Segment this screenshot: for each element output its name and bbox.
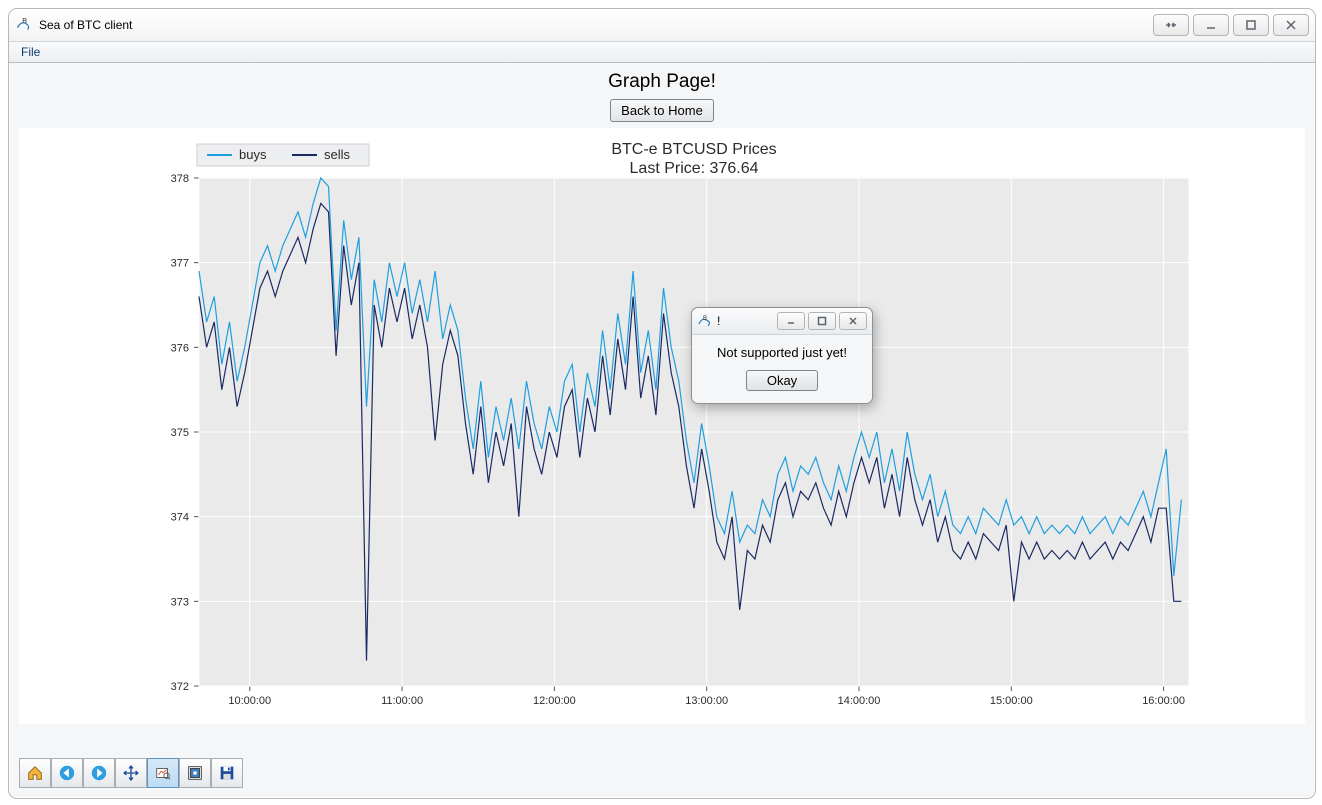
popup-message: Not supported just yet! [702, 345, 862, 360]
svg-text:376: 376 [171, 342, 189, 354]
svg-text:377: 377 [171, 258, 189, 270]
svg-text:buys: buys [239, 147, 267, 162]
toolbar-save-icon[interactable] [211, 758, 243, 788]
toolbar-forward-icon[interactable] [83, 758, 115, 788]
popup-body: Not supported just yet! Okay [692, 335, 872, 403]
toolbar-configure-icon[interactable] [179, 758, 211, 788]
svg-text:12:00:00: 12:00:00 [533, 695, 576, 707]
svg-text:10:00:00: 10:00:00 [228, 695, 271, 707]
svg-text:14:00:00: 14:00:00 [838, 695, 881, 707]
svg-text:B: B [703, 316, 707, 322]
popup-minimize-icon[interactable] [777, 312, 805, 330]
svg-text:11:00:00: 11:00:00 [381, 695, 423, 707]
page-header: Graph Page! Back to Home [9, 63, 1315, 128]
page-title: Graph Page! [9, 71, 1315, 93]
svg-text:375: 375 [171, 427, 189, 439]
title-help-icon[interactable] [1153, 14, 1189, 36]
svg-text:378: 378 [171, 173, 189, 185]
svg-text:374: 374 [171, 512, 189, 524]
maximize-icon[interactable] [1233, 14, 1269, 36]
app-icon: B [15, 16, 33, 34]
svg-text:BTC-e BTCUSD Prices: BTC-e BTCUSD Prices [611, 141, 776, 158]
titlebar: B Sea of BTC client [9, 9, 1315, 42]
svg-text:sells: sells [324, 147, 351, 162]
popup-dialog: B ! Not supported just yet! Okay [691, 307, 873, 404]
main-window: B Sea of BTC client File Graph Page! Bac… [8, 8, 1316, 799]
window-title: Sea of BTC client [39, 18, 132, 32]
popup-titlebar: B ! [692, 308, 872, 335]
svg-text:372: 372 [171, 681, 189, 693]
toolbar-home-icon[interactable] [19, 758, 51, 788]
price-chart: 372 373 374 375 376 377 378 10:00:00 11:00:00 12:… [19, 128, 1305, 724]
svg-text:15:00:00: 15:00:00 [990, 695, 1033, 707]
svg-text:16:00:00: 16:00:00 [1142, 695, 1185, 707]
menu-file[interactable]: File [13, 43, 48, 61]
toolbar-zoom-icon[interactable] [147, 758, 179, 788]
menubar: File [9, 42, 1315, 63]
toolbar-back-icon[interactable] [51, 758, 83, 788]
popup-okay-button[interactable]: Okay [746, 370, 818, 391]
svg-text:373: 373 [171, 596, 189, 608]
svg-text:B: B [22, 16, 27, 25]
popup-app-icon: B [697, 313, 713, 329]
close-icon[interactable] [1273, 14, 1309, 36]
mpl-toolbar [19, 758, 243, 788]
popup-maximize-icon[interactable] [808, 312, 836, 330]
svg-text:Last Price: 376.64: Last Price: 376.64 [630, 160, 759, 177]
title-controls [1153, 14, 1309, 36]
toolbar-pan-icon[interactable] [115, 758, 147, 788]
popup-close-icon[interactable] [839, 312, 867, 330]
chart-area: 372 373 374 375 376 377 378 10:00:00 11:00:00 12:… [19, 128, 1305, 724]
popup-title: ! [717, 314, 720, 328]
minimize-icon[interactable] [1193, 14, 1229, 36]
svg-text:13:00:00: 13:00:00 [685, 695, 728, 707]
back-to-home-button[interactable]: Back to Home [610, 99, 714, 122]
